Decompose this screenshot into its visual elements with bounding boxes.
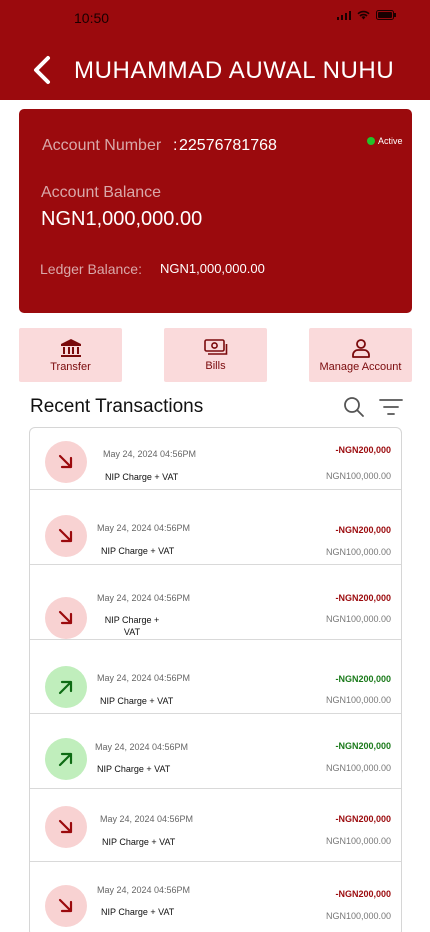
bills-button[interactable]: Bills (164, 328, 267, 382)
transaction-description: NIP Charge + VAT (101, 546, 175, 556)
account-number-separator: : (173, 137, 178, 154)
ledger-balance: NGN1,000,000.00 (160, 261, 265, 276)
transaction-amount: -NGN200,000 (335, 674, 391, 684)
credit-indicator (45, 666, 87, 708)
credit-indicator (45, 738, 87, 780)
search-icon (344, 397, 364, 417)
transaction-row[interactable]: May 24, 2024 04:56PM NIP Charge + VAT -NGN… (30, 565, 401, 640)
arrow-down-right-icon (58, 528, 73, 543)
app-header: 10:50 MUHAMMAD AUWAL NUHU (0, 0, 430, 100)
arrow-up-right-icon (58, 752, 73, 767)
ledger-balance-label: Ledger Balance: (40, 261, 142, 277)
transaction-amount: -NGN200,000 (335, 889, 391, 899)
transaction-description: NIP Charge + VAT (97, 764, 171, 774)
signal-icon (337, 10, 351, 20)
transaction-balance: NGN100,000.00 (325, 471, 391, 481)
transaction-amount: -NGN200,000 (335, 593, 391, 603)
transaction-amount: -NGN200,000 (335, 814, 391, 824)
transaction-date: May 24, 2024 04:56PM (103, 449, 197, 459)
transaction-date: May 24, 2024 04:56PM (97, 885, 191, 895)
arrow-down-right-icon (58, 454, 73, 469)
manage-account-button[interactable]: Manage Account (309, 328, 412, 382)
transaction-row[interactable]: May 24, 2024 04:56PM NIP Charge + VAT -NGN… (30, 862, 401, 932)
account-card: Account Number : 22576781768 Active Acco… (19, 109, 412, 313)
account-balance: NGN1,000,000.00 (41, 208, 203, 230)
bank-icon (60, 338, 81, 357)
transaction-date: May 24, 2024 04:56PM (100, 814, 194, 824)
transaction-date: May 24, 2024 04:56PM (97, 523, 191, 533)
debit-indicator (45, 515, 87, 557)
back-button[interactable] (28, 52, 56, 88)
search-button[interactable] (343, 396, 365, 418)
arrow-up-right-icon (58, 680, 73, 695)
bills-label: Bills (205, 359, 226, 372)
transfer-label: Transfer (50, 360, 91, 373)
chevron-left-icon (34, 56, 50, 84)
transaction-amount: -NGN200,000 (335, 741, 391, 751)
transaction-row[interactable]: May 24, 2024 04:56PM NIP Charge + VAT -NGN… (30, 428, 401, 490)
debit-indicator (45, 441, 87, 483)
transaction-row[interactable]: May 24, 2024 04:56PM NIP Charge + VAT -NGN… (30, 789, 401, 862)
account-status: Active (378, 136, 403, 146)
transaction-description: NIP Charge + VAT (102, 837, 176, 847)
active-status-dot (367, 137, 375, 145)
filter-button[interactable] (379, 397, 403, 417)
transaction-description: NIP Charge + VAT (104, 615, 160, 637)
debit-indicator (45, 885, 87, 927)
money-icon (203, 338, 227, 355)
transaction-balance: NGN100,000.00 (325, 614, 391, 624)
debit-indicator (45, 806, 87, 848)
arrow-down-right-icon (58, 610, 73, 625)
page-title: MUHAMMAD AUWAL NUHU (74, 57, 395, 84)
recent-transactions-title: Recent Transactions (30, 396, 204, 417)
transaction-date: May 24, 2024 04:56PM (97, 673, 191, 683)
transaction-balance: NGN100,000.00 (325, 547, 391, 557)
user-icon (351, 338, 370, 358)
transaction-balance: NGN100,000.00 (325, 763, 391, 773)
status-time: 10:50 (74, 10, 110, 26)
transaction-row[interactable]: May 24, 2024 04:56PM NIP Charge + VAT -NGN… (30, 714, 401, 789)
status-icons (337, 10, 396, 20)
manage-account-label: Manage Account (319, 360, 402, 373)
transaction-amount: -NGN200,000 (335, 525, 391, 535)
transaction-date: May 24, 2024 04:56PM (97, 593, 191, 603)
account-balance-label: Account Balance (41, 184, 162, 201)
transaction-row[interactable]: May 24, 2024 04:56PM NIP Charge + VAT -NGN… (30, 490, 401, 565)
transaction-balance: NGN100,000.00 (325, 911, 391, 921)
transfer-button[interactable]: Transfer (19, 328, 122, 382)
account-number-label: Account Number (42, 137, 162, 154)
transactions-list: May 24, 2024 04:56PM NIP Charge + VAT -NGN… (29, 427, 402, 932)
transaction-description: NIP Charge + VAT (101, 907, 175, 917)
transaction-balance: NGN100,000.00 (325, 695, 391, 705)
transaction-date: May 24, 2024 04:56PM (95, 742, 189, 752)
transaction-row[interactable]: May 24, 2024 04:56PM NIP Charge + VAT -NGN… (30, 640, 401, 714)
transaction-amount: -NGN200,000 (335, 445, 391, 455)
debit-indicator (45, 597, 87, 639)
transaction-description: NIP Charge + VAT (100, 696, 174, 706)
filter-icon (379, 399, 403, 415)
transaction-balance: NGN100,000.00 (325, 836, 391, 846)
wifi-icon (357, 10, 370, 20)
arrow-down-right-icon (58, 819, 73, 834)
battery-icon (376, 10, 396, 20)
account-number: 22576781768 (179, 137, 277, 154)
arrow-down-right-icon (58, 898, 73, 913)
transaction-description: NIP Charge + VAT (105, 472, 179, 482)
